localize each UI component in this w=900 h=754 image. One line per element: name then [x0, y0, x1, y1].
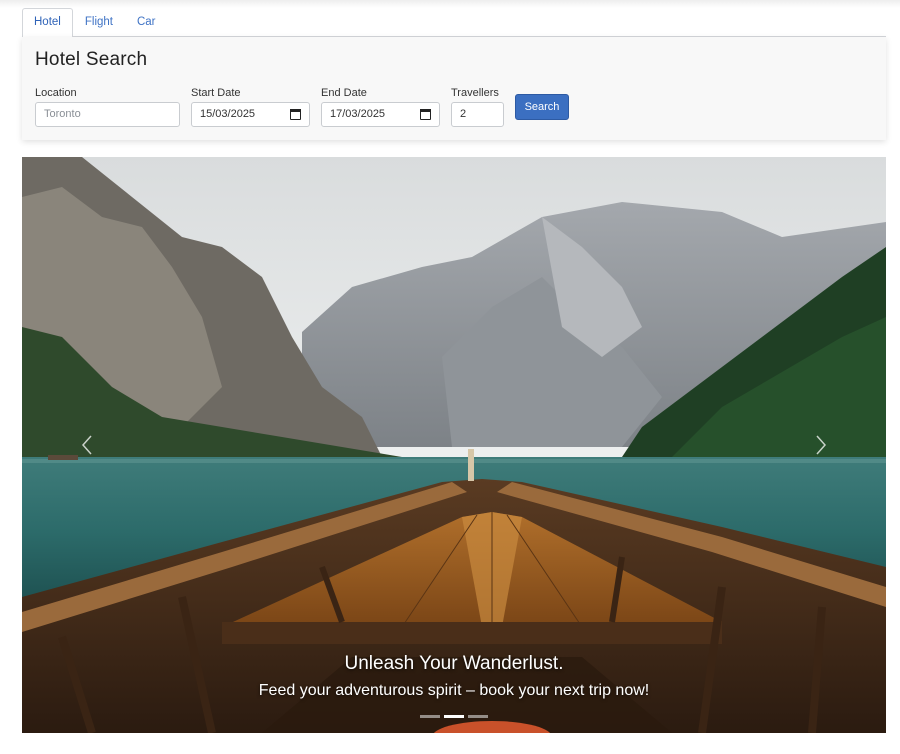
carousel-heading: Unleash Your Wanderlust.: [344, 653, 564, 674]
start-date-label: Start Date: [191, 87, 241, 99]
calendar-icon[interactable]: [290, 109, 301, 120]
start-date-field-group: Start Date 15/03/2025: [191, 86, 310, 127]
carousel-indicator-2[interactable]: [444, 715, 464, 718]
end-date-field-group: End Date 17/03/2025: [321, 86, 440, 127]
carousel-indicator-3[interactable]: [468, 715, 488, 718]
carousel-indicator-1[interactable]: [420, 715, 440, 718]
end-date-value: 17/03/2025: [330, 108, 386, 120]
tab-car[interactable]: Car: [125, 8, 168, 37]
travellers-input[interactable]: 2: [451, 102, 504, 127]
search-tabs: Hotel Flight Car: [22, 8, 886, 38]
travellers-label: Travellers: [451, 87, 499, 99]
carousel-indicators: [420, 715, 488, 718]
carousel-prev-button[interactable]: [78, 433, 98, 457]
chevron-right-icon: [816, 435, 827, 455]
start-date-input[interactable]: 15/03/2025: [191, 102, 310, 127]
hotel-search-panel: Hotel Search Location Toronto Start Date…: [22, 37, 886, 140]
location-label: Location: [35, 87, 77, 99]
location-placeholder: Toronto: [44, 108, 81, 120]
end-date-label: End Date: [321, 87, 367, 99]
calendar-icon[interactable]: [420, 109, 431, 120]
hero-carousel: Unleash Your Wanderlust. Feed your adven…: [22, 157, 886, 733]
tab-flight[interactable]: Flight: [73, 8, 125, 37]
carousel-next-button[interactable]: [810, 433, 830, 457]
tab-hotel[interactable]: Hotel: [22, 8, 73, 38]
travellers-field-group: Travellers 2: [451, 86, 504, 127]
top-shade: [0, 0, 900, 8]
search-button[interactable]: Search: [515, 94, 569, 120]
location-field-group: Location Toronto: [35, 86, 180, 127]
travellers-value: 2: [460, 108, 467, 120]
carousel-subtext: Feed your adventurous spirit – book your…: [258, 682, 650, 699]
location-input[interactable]: Toronto: [35, 102, 180, 127]
chevron-left-icon: [81, 435, 92, 455]
end-date-input[interactable]: 17/03/2025: [321, 102, 440, 127]
mountain-lake-boat-photo: [22, 157, 886, 733]
start-date-value: 15/03/2025: [200, 108, 256, 120]
panel-title: Hotel Search: [35, 49, 148, 70]
